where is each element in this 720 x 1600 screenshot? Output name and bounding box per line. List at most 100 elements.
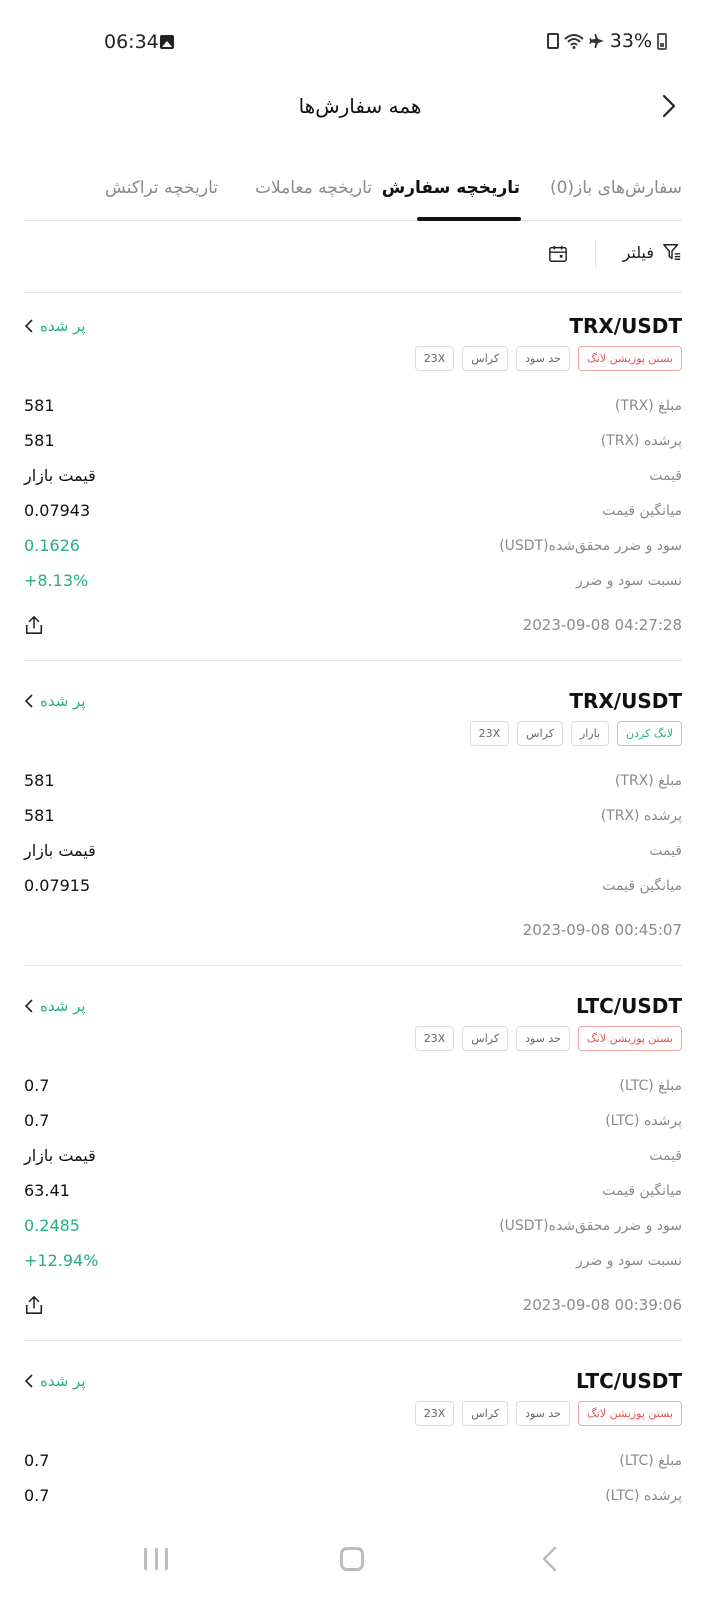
detail-row: قیمت قیمت بازار (24, 464, 682, 494)
chevron-left-icon (24, 999, 33, 1013)
detail-value: 581 (24, 431, 55, 450)
detail-label: پرشده (TRX) (600, 808, 682, 824)
order-status-link[interactable]: پر شده (24, 997, 86, 1015)
detail-value: +8.13% (24, 571, 89, 590)
divider (595, 242, 596, 268)
leverage-tag: 23X (469, 721, 510, 746)
detail-value: 581 (24, 771, 55, 790)
detail-label: سود و ضرر محقق‌شده(USDT) (499, 1218, 682, 1234)
chevron-left-icon (24, 694, 33, 708)
tab-trade-history[interactable]: تاریخچه معاملات (255, 178, 372, 198)
side-tag: لانگ کردن (617, 721, 682, 746)
filter-row: فیلتر (24, 236, 682, 276)
detail-value: قیمت بازار (24, 466, 96, 485)
detail-row: مبلغ (TRX) 581 (24, 769, 682, 799)
detail-label: میانگین قیمت (602, 503, 682, 519)
order-type-tag: حد سود (516, 1026, 570, 1051)
chevron-left-icon (542, 1546, 557, 1572)
trading-pair: TRX/USDT (569, 689, 682, 713)
order-tags: بستن پوزیشن لانگ حد سود کراس 23X (414, 346, 682, 371)
order-status-link[interactable]: پر شده (24, 317, 86, 335)
calendar-icon (549, 245, 567, 262)
tab-open-orders[interactable]: سفارش‌های باز(0) (550, 178, 682, 198)
detail-row: میانگین قیمت 0.07943 (24, 499, 682, 529)
side-tag: بستن پوزیشن لانگ (577, 346, 682, 371)
side-tag: بستن پوزیشن لانگ (577, 1401, 682, 1426)
nav-back-button[interactable] (538, 1546, 562, 1572)
detail-value: 581 (24, 396, 55, 415)
detail-row: مبلغ (LTC) 0.7 (24, 1074, 682, 1104)
order-status: پر شده (40, 692, 86, 710)
order-status-link[interactable]: پر شده (24, 692, 86, 710)
detail-label: مبلغ (LTC) (619, 1453, 682, 1469)
calendar-button[interactable] (548, 244, 570, 266)
detail-row: قیمت قیمت بازار (24, 1144, 682, 1174)
detail-row: پرشده (LTC) 0.7 (24, 1484, 682, 1514)
detail-label: قیمت (649, 843, 682, 859)
order-tags: لانگ کردن بازار کراس 23X (469, 721, 682, 746)
share-button[interactable] (24, 1295, 46, 1317)
airplane-icon (589, 34, 604, 48)
back-button[interactable] (654, 92, 682, 120)
battery-saver-icon (546, 33, 559, 49)
trading-pair: LTC/USDT (576, 1369, 682, 1393)
detail-label: میانگین قیمت (602, 878, 682, 894)
status-bar: 06:34 33% (0, 0, 720, 86)
detail-label: سود و ضرر محقق‌شده(USDT) (499, 538, 682, 554)
leverage-tag: 23X (414, 1026, 455, 1051)
detail-value: 0.7 (24, 1111, 50, 1130)
divider (24, 292, 682, 293)
gallery-notification-icon (160, 35, 174, 49)
recent-apps-button[interactable] (144, 1548, 168, 1570)
margin-mode-tag: کراس (462, 1401, 509, 1426)
detail-row: پرشده (LTC) 0.7 (24, 1109, 682, 1139)
status-time: 06:34 (104, 31, 159, 53)
page-title: همه سفارش‌ها (298, 94, 422, 118)
chevron-left-icon (24, 319, 33, 333)
recent-apps-icon (154, 1548, 158, 1570)
order-date: 2023-09-08 00:45:07 (522, 921, 682, 939)
detail-value: 0.07915 (24, 876, 91, 895)
detail-label: پرشده (LTC) (605, 1488, 682, 1504)
order-tags: بستن پوزیشن لانگ حد سود کراس 23X (414, 1026, 682, 1051)
detail-value: 0.7 (24, 1076, 50, 1095)
order-type-tag: حد سود (516, 346, 570, 371)
tab-transaction-history[interactable]: تاریخچه تراکنش (105, 178, 218, 198)
detail-label: مبلغ (TRX) (614, 398, 682, 414)
order-status-link[interactable]: پر شده (24, 1372, 86, 1390)
detail-row: قیمت قیمت بازار (24, 839, 682, 869)
leverage-tag: 23X (414, 346, 455, 371)
system-nav-bar (0, 1520, 720, 1600)
detail-label: پرشده (TRX) (600, 433, 682, 449)
divider (24, 660, 682, 661)
recent-apps-icon (165, 1548, 168, 1570)
detail-label: پرشده (LTC) (605, 1113, 682, 1129)
share-icon (25, 616, 43, 634)
tab-order-history[interactable]: تاریخچه سفارش (382, 178, 520, 198)
margin-mode-tag: کراس (517, 721, 563, 746)
detail-value: قیمت بازار (24, 1146, 96, 1165)
detail-value: +12.94% (24, 1251, 99, 1270)
detail-value: 0.07943 (24, 501, 91, 520)
detail-row: سود و ضرر محقق‌شده(USDT) 0.2485 (24, 1214, 682, 1244)
order-status: پر شده (40, 1372, 86, 1390)
trading-pair: LTC/USDT (576, 994, 682, 1018)
order-date: 2023-09-08 04:27:28 (522, 616, 682, 634)
detail-value: قیمت بازار (24, 841, 96, 860)
active-tab-indicator (417, 217, 521, 221)
detail-value: 63.41 (24, 1181, 70, 1200)
detail-row: میانگین قیمت 0.07915 (24, 874, 682, 904)
filter-button[interactable]: فیلتر (623, 242, 682, 262)
detail-label: قیمت (649, 1148, 682, 1164)
detail-row: مبلغ (TRX) 581 (24, 394, 682, 424)
trading-pair: TRX/USDT (569, 314, 682, 338)
detail-value: 0.7 (24, 1486, 50, 1505)
share-button[interactable] (24, 615, 46, 637)
detail-row: میانگین قیمت 63.41 (24, 1179, 682, 1209)
recent-apps-icon (144, 1548, 147, 1570)
margin-mode-tag: کراس (462, 1026, 509, 1051)
detail-row: نسبت سود و ضرر +12.94% (24, 1249, 682, 1279)
order-tabs: سفارش‌های باز(0) تاریخچه سفارش تاریخچه م… (24, 168, 682, 221)
home-button[interactable] (340, 1547, 364, 1571)
detail-row: نسبت سود و ضرر +8.13% (24, 569, 682, 599)
